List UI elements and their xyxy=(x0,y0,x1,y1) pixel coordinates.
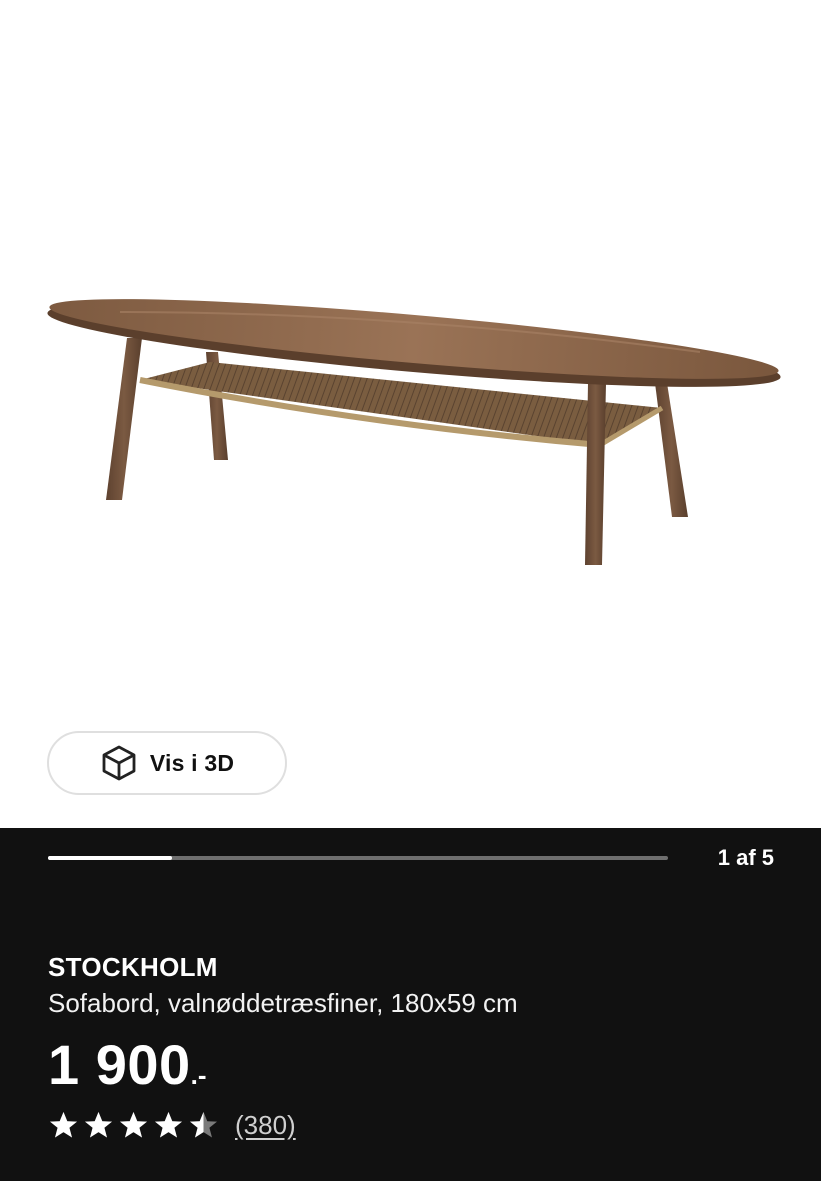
view-in-3d-button[interactable]: Vis i 3D xyxy=(47,731,287,795)
product-name: STOCKHOLM xyxy=(48,952,218,982)
rating-stars xyxy=(48,1110,219,1141)
product-description: Sofabord, valnøddetræsfiner, 180x59 cm xyxy=(48,988,518,1018)
gallery-progress-fill xyxy=(48,856,172,860)
star-full-icon xyxy=(120,1111,147,1137)
review-count-link[interactable]: (380) xyxy=(235,1110,296,1141)
product-info-panel: 1 af 5 STOCKHOLM Sofabord, valnøddetræsf… xyxy=(0,828,821,1181)
star-full-icon xyxy=(85,1111,112,1137)
gallery-progress-bar[interactable] xyxy=(48,856,668,860)
star-full-icon xyxy=(155,1111,182,1137)
product-image-coffee-table[interactable] xyxy=(0,0,821,700)
star-half-icon xyxy=(190,1111,217,1137)
gallery-counter: 1 af 5 xyxy=(717,845,774,870)
star-full-icon xyxy=(50,1111,77,1137)
product-rating: (380) xyxy=(48,1108,296,1142)
price-amount: 1 900 xyxy=(48,1033,191,1096)
view-in-3d-label: Vis i 3D xyxy=(149,749,235,776)
product-hero: Vis i 3D xyxy=(0,0,821,828)
price-suffix: .- xyxy=(190,1060,207,1090)
cube-3d-icon xyxy=(100,744,138,782)
product-price: 1 900.- xyxy=(48,1032,207,1097)
